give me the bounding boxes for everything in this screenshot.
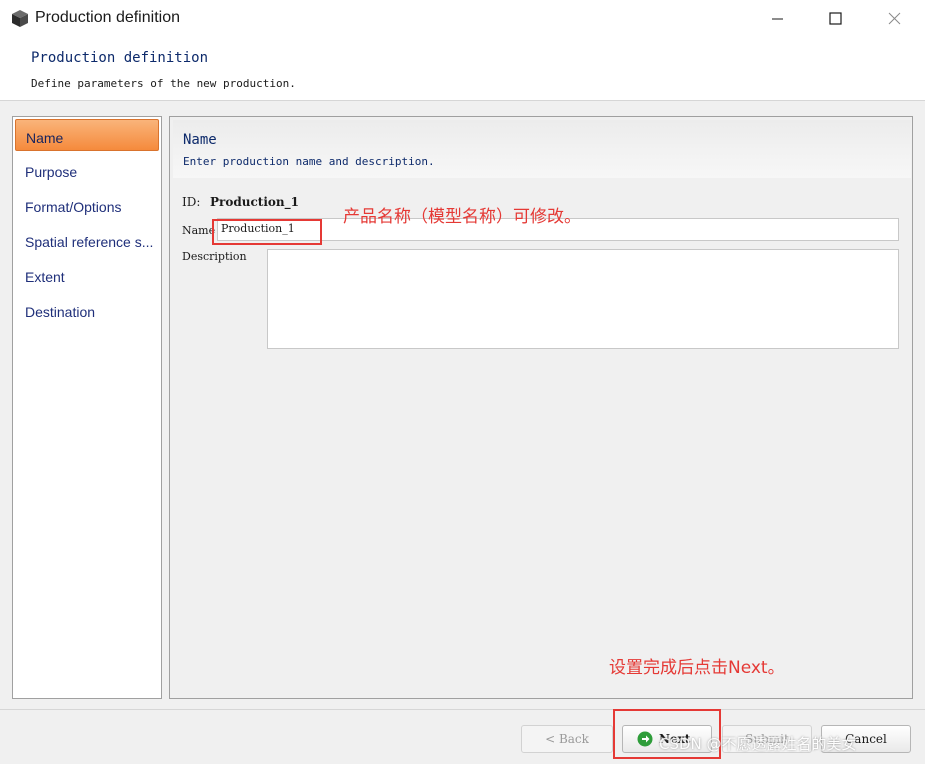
id-label: ID: — [182, 195, 201, 209]
annotation-next-note: 设置完成后点击Next。 — [609, 658, 785, 678]
description-label: Description — [182, 250, 247, 263]
sidebar-item-format-options[interactable]: Format/Options — [15, 189, 159, 221]
title-bar: Production definition — [0, 0, 925, 38]
section-header: Name Enter production name and descripti… — [173, 120, 911, 178]
description-textarea[interactable] — [267, 249, 899, 349]
close-icon — [888, 12, 901, 25]
wizard-title: Production definition — [31, 50, 209, 66]
annotation-name-note: 产品名称（模型名称）可修改。 — [343, 207, 581, 227]
wizard-body: Name Purpose Format/Options Spatial refe… — [0, 101, 925, 709]
close-button[interactable] — [864, 0, 922, 38]
watermark: CSDN @不愿透露姓名的美女 — [659, 735, 857, 753]
sidebar-item-destination[interactable]: Destination — [15, 294, 159, 326]
minimize-button[interactable] — [748, 0, 806, 38]
package-cube-icon — [12, 10, 28, 27]
window-title: Production definition — [35, 9, 180, 26]
sidebar-item-name[interactable]: Name — [15, 119, 159, 151]
sidebar-item-spatial-reference[interactable]: Spatial reference s... — [15, 224, 159, 256]
sidebar-item-purpose[interactable]: Purpose — [15, 154, 159, 186]
step-sidebar: Name Purpose Format/Options Spatial refe… — [12, 116, 162, 699]
sidebar-item-extent[interactable]: Extent — [15, 259, 159, 291]
maximize-button[interactable] — [806, 0, 864, 38]
back-button[interactable]: < Back — [521, 725, 613, 753]
wizard-header: Production definition Define parameters … — [0, 38, 925, 101]
section-description: Enter production name and description. — [183, 155, 435, 168]
annotation-box-name — [212, 219, 322, 245]
wizard-description: Define parameters of the new production. — [31, 77, 296, 90]
name-label: Name — [182, 224, 216, 237]
maximize-icon — [829, 12, 842, 25]
id-value: Production_1 — [210, 195, 299, 209]
section-title: Name — [183, 132, 217, 148]
minimize-icon — [772, 18, 783, 20]
